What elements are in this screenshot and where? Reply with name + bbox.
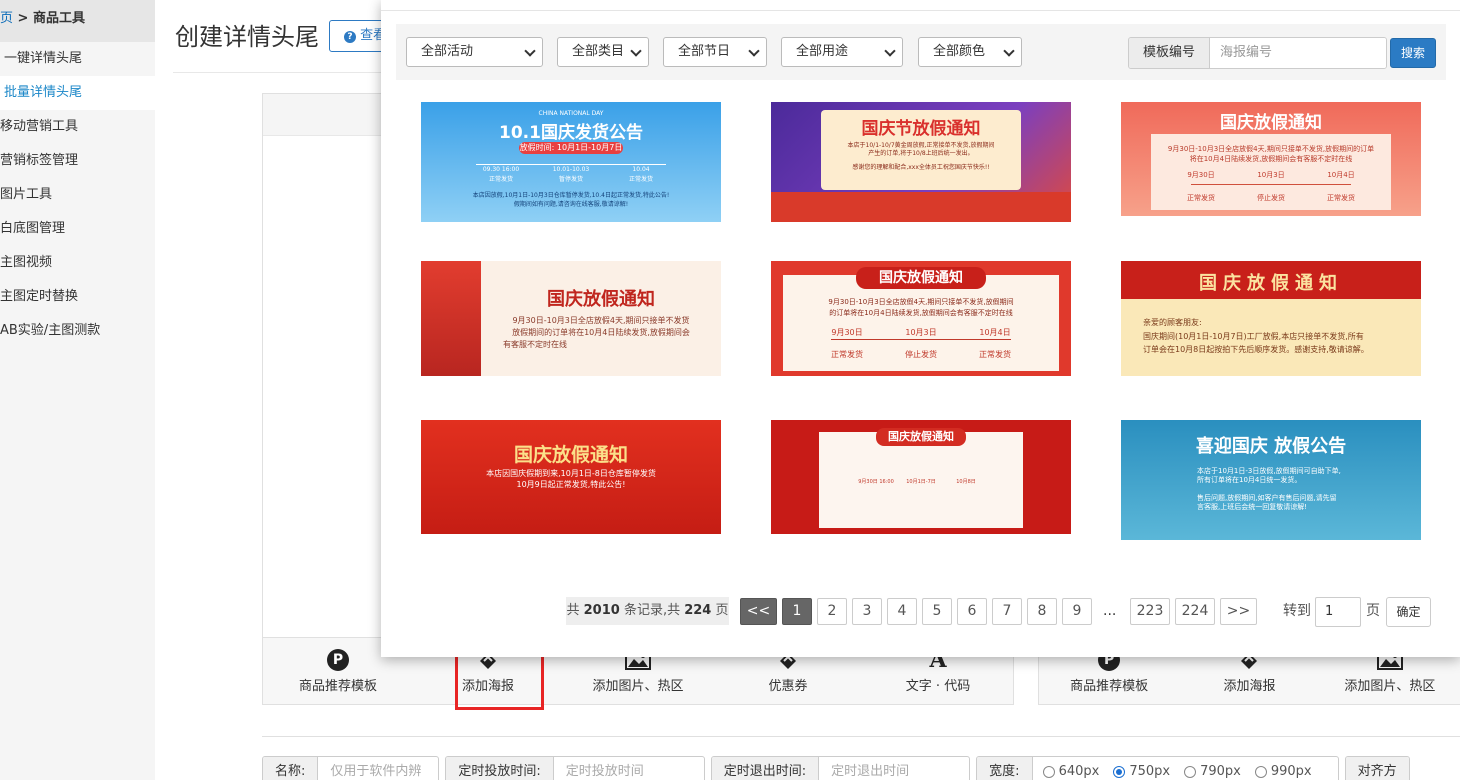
goto-page-input[interactable]: 1 <box>1315 597 1361 627</box>
pagination-next-button[interactable]: >> <box>1220 598 1257 625</box>
sidebar-item-marketing-tags[interactable]: 营销标签管理 <box>0 144 155 178</box>
breadcrumb-current: 商品工具 <box>32 11 85 26</box>
sidebar-item-one-click-header-footer[interactable]: 一键详情头尾 <box>0 42 155 76</box>
pagination-page-9[interactable]: 9 <box>1062 598 1092 625</box>
filter-category-select[interactable]: 全部类目 <box>557 37 649 67</box>
width-options: 640px 750px 790px 990px <box>1033 757 1338 780</box>
radio-icon <box>1184 765 1197 778</box>
total-records: 2010 <box>583 603 620 618</box>
width-group: 宽度: 640px 750px 790px 990px <box>976 756 1339 780</box>
page-title: 创建详情头尾 <box>175 23 319 51</box>
template-card[interactable]: 国庆放假通知 9月30日-10月3日全店放假4天,期间只接单不发货 放假期间的订… <box>421 261 721 376</box>
pagination-page-224[interactable]: 224 <box>1175 598 1215 625</box>
sidebar-item-mobile-marketing[interactable]: 移动营销工具 <box>0 110 155 144</box>
template-card[interactable]: 国庆放假通知 亲爱的顾客朋友: 国庆期间(10月1日-10月7日)工厂放假,本店… <box>1121 261 1421 376</box>
end-time-group: 定时退出时间: 定时退出时间 <box>710 756 971 780</box>
pagination-page-8[interactable]: 8 <box>1027 598 1057 625</box>
pagination-first-button[interactable]: << <box>740 598 777 625</box>
pagination-page-7[interactable]: 7 <box>992 598 1022 625</box>
name-field-group: 名称: 仅用于软件内辨 <box>262 756 440 780</box>
filter-activity-select[interactable]: 全部活动 <box>406 37 543 67</box>
end-time-input[interactable]: 定时退出时间 <box>819 757 969 780</box>
width-option-750[interactable]: 750px <box>1113 764 1170 779</box>
filter-bar: 全部活动 全部类目 全部节日 全部用途 全部颜色 模板编号 海报编号 搜索 <box>396 24 1446 80</box>
chevron-down-icon <box>884 45 896 57</box>
radio-checked-icon <box>1113 765 1126 778</box>
template-card[interactable]: 国庆放假通知 9月30日-10月3日全店放假4天,期间只接单不发货,放假期间 的… <box>771 261 1071 376</box>
filter-color-select[interactable]: 全部颜色 <box>918 37 1022 67</box>
pagination-page-223[interactable]: 223 <box>1130 598 1170 625</box>
pagination-page-5[interactable]: 5 <box>922 598 952 625</box>
tool-label: 添加图片、热区 <box>592 679 684 694</box>
template-card[interactable]: 国庆节放假通知 本店于10/1-10/7黄金周放假,正常接单不发货,放假期间 产… <box>771 102 1071 222</box>
question-icon: ? <box>344 31 356 43</box>
align-label: 对齐方 <box>1345 757 1409 780</box>
pagination-page-6[interactable]: 6 <box>957 598 987 625</box>
sidebar-item-white-bg-images[interactable]: 白底图管理 <box>0 212 155 246</box>
filter-purpose-select[interactable]: 全部用途 <box>781 37 903 67</box>
template-card[interactable]: 国庆放假通知 本店因国庆假期到来,10月1日-8日仓库暂停发货 10月9日起正常… <box>421 420 721 534</box>
end-time-label: 定时退出时间: <box>711 757 820 780</box>
tool-label: 商品推荐模板 <box>298 679 377 694</box>
pagination-page-4[interactable]: 4 <box>887 598 917 625</box>
radio-icon <box>1254 765 1267 778</box>
width-option-790[interactable]: 790px <box>1184 764 1241 779</box>
filter-festival-select[interactable]: 全部节日 <box>663 37 767 67</box>
settings-form: 名称: 仅用于软件内辨 定时投放时间: 定时投放时间 定时退出时间: 定时退出时… <box>262 756 1410 780</box>
template-card[interactable]: 国庆放假通知 9月30日-10月3日全店放假4天,期间只接单不发货,放假期间的订… <box>1121 102 1421 216</box>
start-time-input[interactable]: 定时投放时间 <box>554 757 704 780</box>
start-time-label: 定时投放时间: <box>446 757 554 780</box>
goto-unit: 页 <box>1366 603 1380 619</box>
sidebar-item-image-tools[interactable]: 图片工具 <box>0 178 155 212</box>
chevron-down-icon <box>630 45 642 57</box>
name-input[interactable]: 仅用于软件内辨 <box>318 757 438 780</box>
radio-icon <box>1042 765 1055 778</box>
pagination-page-3[interactable]: 3 <box>852 598 882 625</box>
tool-label: 商品推荐模板 <box>1070 679 1149 694</box>
name-label: 名称: <box>263 757 319 780</box>
breadcrumb-separator: > <box>13 11 33 26</box>
poster-picker-modal: 全部活动 全部类目 全部节日 全部用途 全部颜色 模板编号 海报编号 搜索 CH… <box>381 0 1460 657</box>
chevron-down-icon <box>1003 45 1015 57</box>
template-number-label: 模板编号 <box>1129 38 1210 68</box>
tool-label: 添加海报 <box>1223 679 1276 694</box>
goto-confirm-button[interactable]: 确定 <box>1386 597 1431 627</box>
sidebar: 页 > 商品工具 一键详情头尾 批量详情头尾 移动营销工具 营销标签管理 图片工… <box>0 0 155 780</box>
sidebar-item-scheduled-replace[interactable]: 主图定时替换 <box>0 280 155 314</box>
pagination-page-2[interactable]: 2 <box>817 598 847 625</box>
start-time-group: 定时投放时间: 定时投放时间 <box>445 756 705 780</box>
template-card[interactable]: 国庆放假通知 9月30日 16:00 10月1日-7日 10月8日 <box>771 420 1071 534</box>
goto-label: 转到 <box>1283 603 1311 619</box>
modal-header-divider <box>381 10 1460 11</box>
align-group: 对齐方 <box>1344 756 1410 780</box>
tool-label: 文字 · 代码 <box>905 679 971 694</box>
tool-label: 添加图片、热区 <box>1344 679 1436 694</box>
width-option-990[interactable]: 990px <box>1254 764 1312 779</box>
template-card[interactable]: 喜迎国庆 放假公告 本店于10月1日-3日放假,放假期间可自助下单, 所有订单将… <box>1121 420 1421 540</box>
width-label: 宽度: <box>977 757 1033 780</box>
sidebar-item-batch-header-footer[interactable]: 批量详情头尾 <box>0 76 155 110</box>
breadcrumb-home[interactable]: 页 <box>0 11 13 26</box>
template-card[interactable]: CHINA NATIONAL DAY 10.1国庆发货公告 放假时间: 10月1… <box>421 102 721 222</box>
total-pages: 224 <box>684 603 712 618</box>
sidebar-item-ab-test[interactable]: AB实验/主图测款 <box>0 314 155 348</box>
width-option-640[interactable]: 640px <box>1042 764 1099 779</box>
highlight-box <box>455 654 544 710</box>
poster-number-input[interactable]: 海报编号 <box>1210 38 1386 68</box>
tool-label: 优惠券 <box>768 679 808 694</box>
breadcrumb: 页 > 商品工具 <box>0 0 155 42</box>
search-button[interactable]: 搜索 <box>1390 38 1436 68</box>
template-search-group: 模板编号 海报编号 <box>1128 37 1387 69</box>
pagination-ellipsis: ... <box>1103 603 1117 619</box>
pagination-page-1[interactable]: 1 <box>782 598 812 625</box>
pagination-info: 共 2010 条记录,共 224 页 <box>566 597 729 625</box>
sidebar-item-main-video[interactable]: 主图视频 <box>0 246 155 280</box>
chevron-down-icon <box>748 45 760 57</box>
divider <box>262 736 1460 737</box>
chevron-down-icon <box>524 45 536 57</box>
p-circle-icon: P <box>327 649 349 671</box>
